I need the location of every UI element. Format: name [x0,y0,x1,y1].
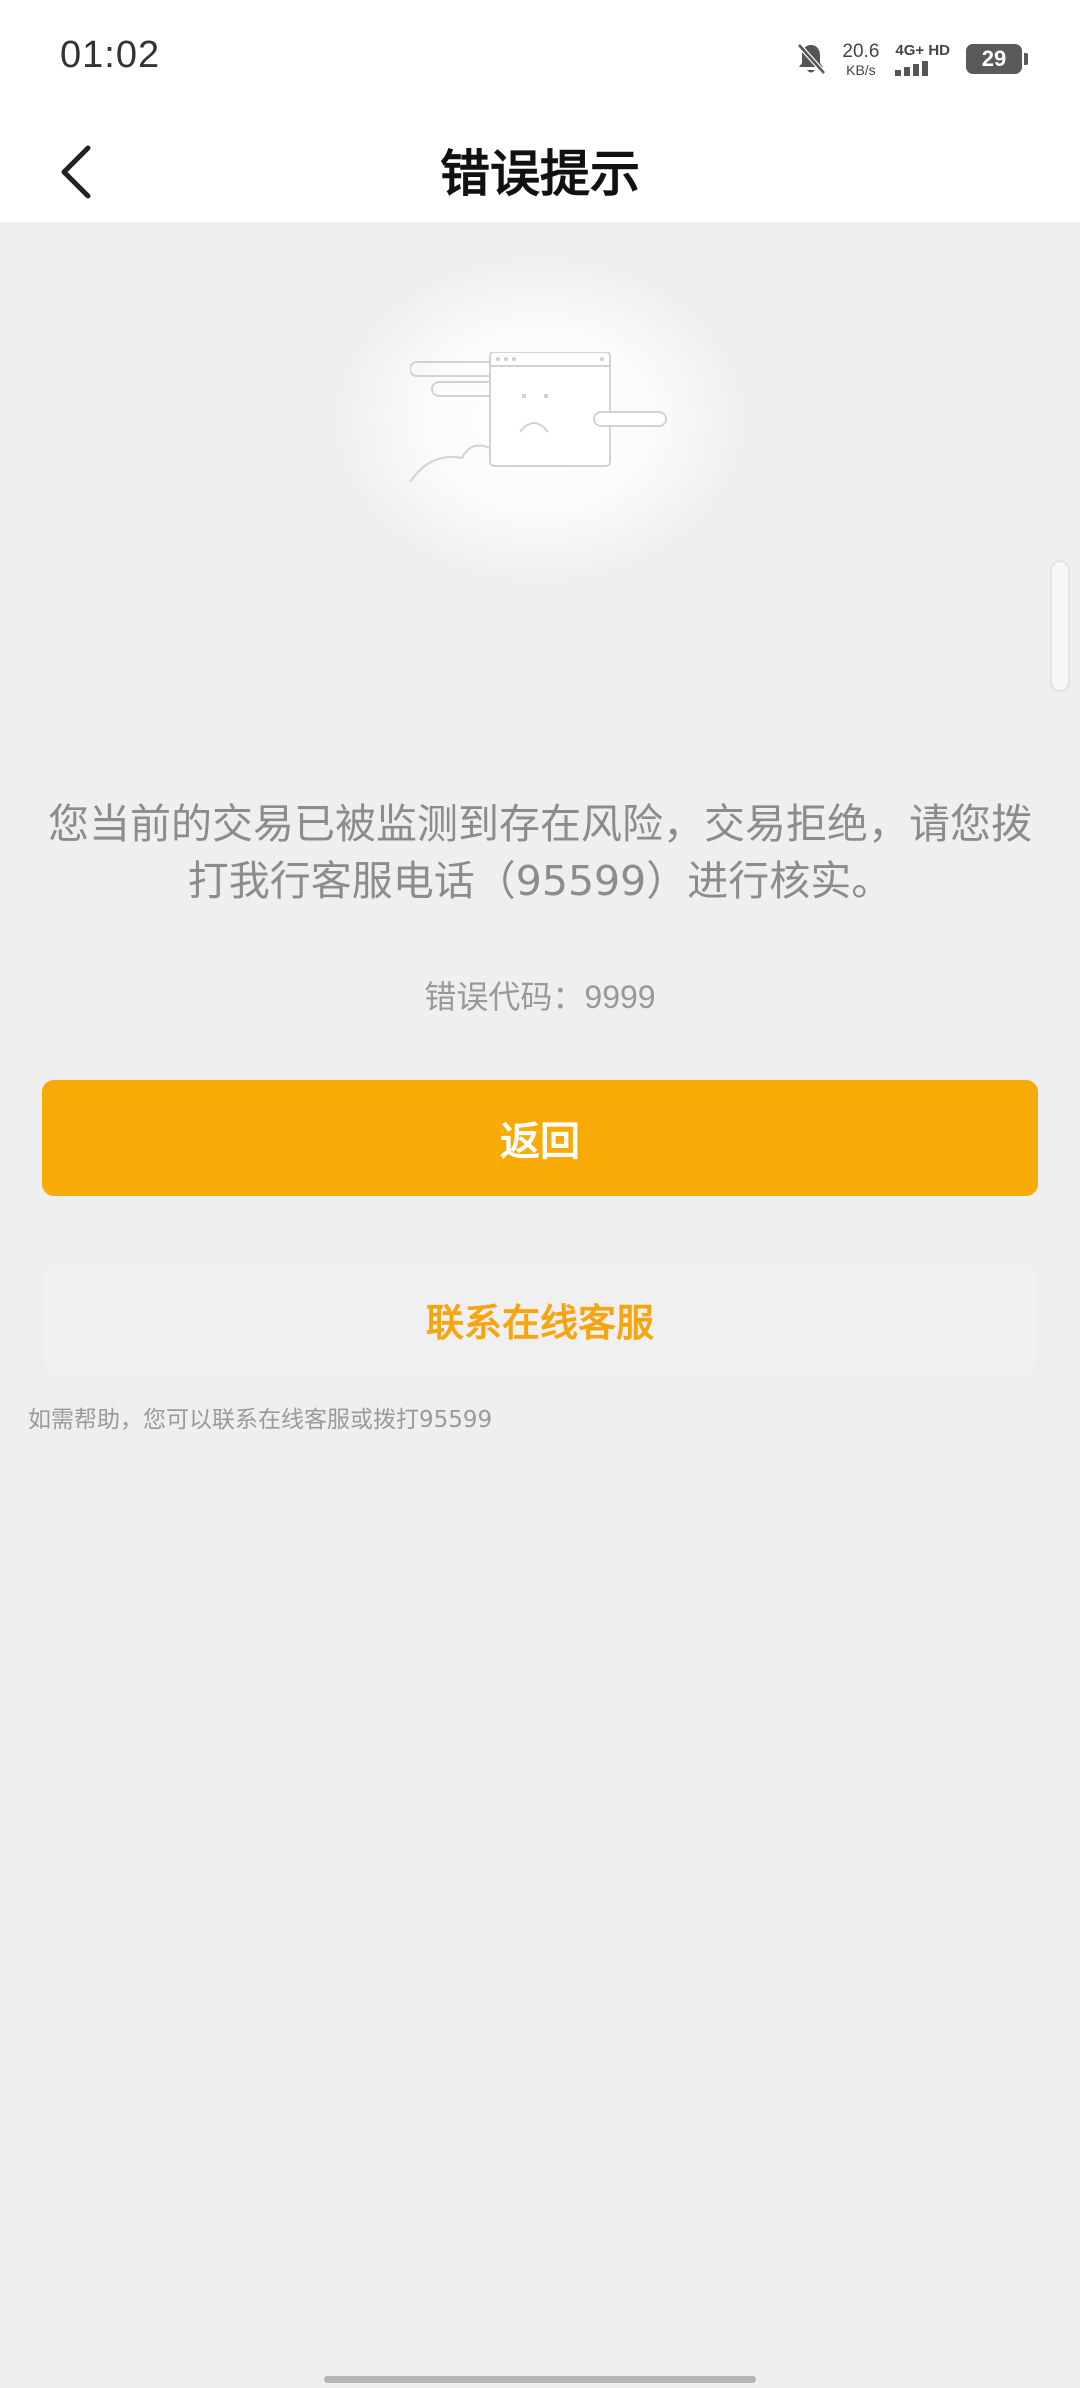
status-bar: 01:02 20.6 KB/s 4G+ HD 29 [0,0,1080,118]
return-button[interactable]: 返回 [42,1080,1038,1196]
network-type: 4G+ HD [895,41,950,59]
battery-level: 29 [981,46,1007,71]
battery-icon: 29 [966,44,1028,74]
contact-online-service-button[interactable]: 联系在线客服 [42,1262,1038,1376]
network-speed-unit: KB/s [846,61,876,78]
signal-bars [895,60,929,76]
home-indicator[interactable] [324,2376,756,2383]
page-title: 错误提示 [440,145,640,203]
bell-off-icon [796,42,827,76]
scroll-indicator[interactable] [1050,560,1070,692]
error-message: 您当前的交易已被监测到存在风险，交易拒绝，请您拨打我行客服电话（95599）进行… [48,800,1032,905]
error-code-label: 错误代码： [424,978,585,1016]
help-text: 如需帮助，您可以联系在线客服或拨打95599 [28,1407,493,1433]
nav-bar: 错误提示 [0,118,1080,222]
status-time: 01:02 [60,34,161,76]
error-code: 错误代码：9999 [0,972,1080,1018]
network-speed-value: 20.6 [842,40,880,62]
sad-browser-window-icon [410,352,667,483]
signal-icon: 4G+ HD [895,43,950,76]
error-illustration [340,260,740,580]
network-speed: 20.6 KB/s [842,42,879,77]
error-code-value: 9999 [584,979,656,1015]
status-icons: 20.6 KB/s 4G+ HD 29 [796,36,1028,82]
